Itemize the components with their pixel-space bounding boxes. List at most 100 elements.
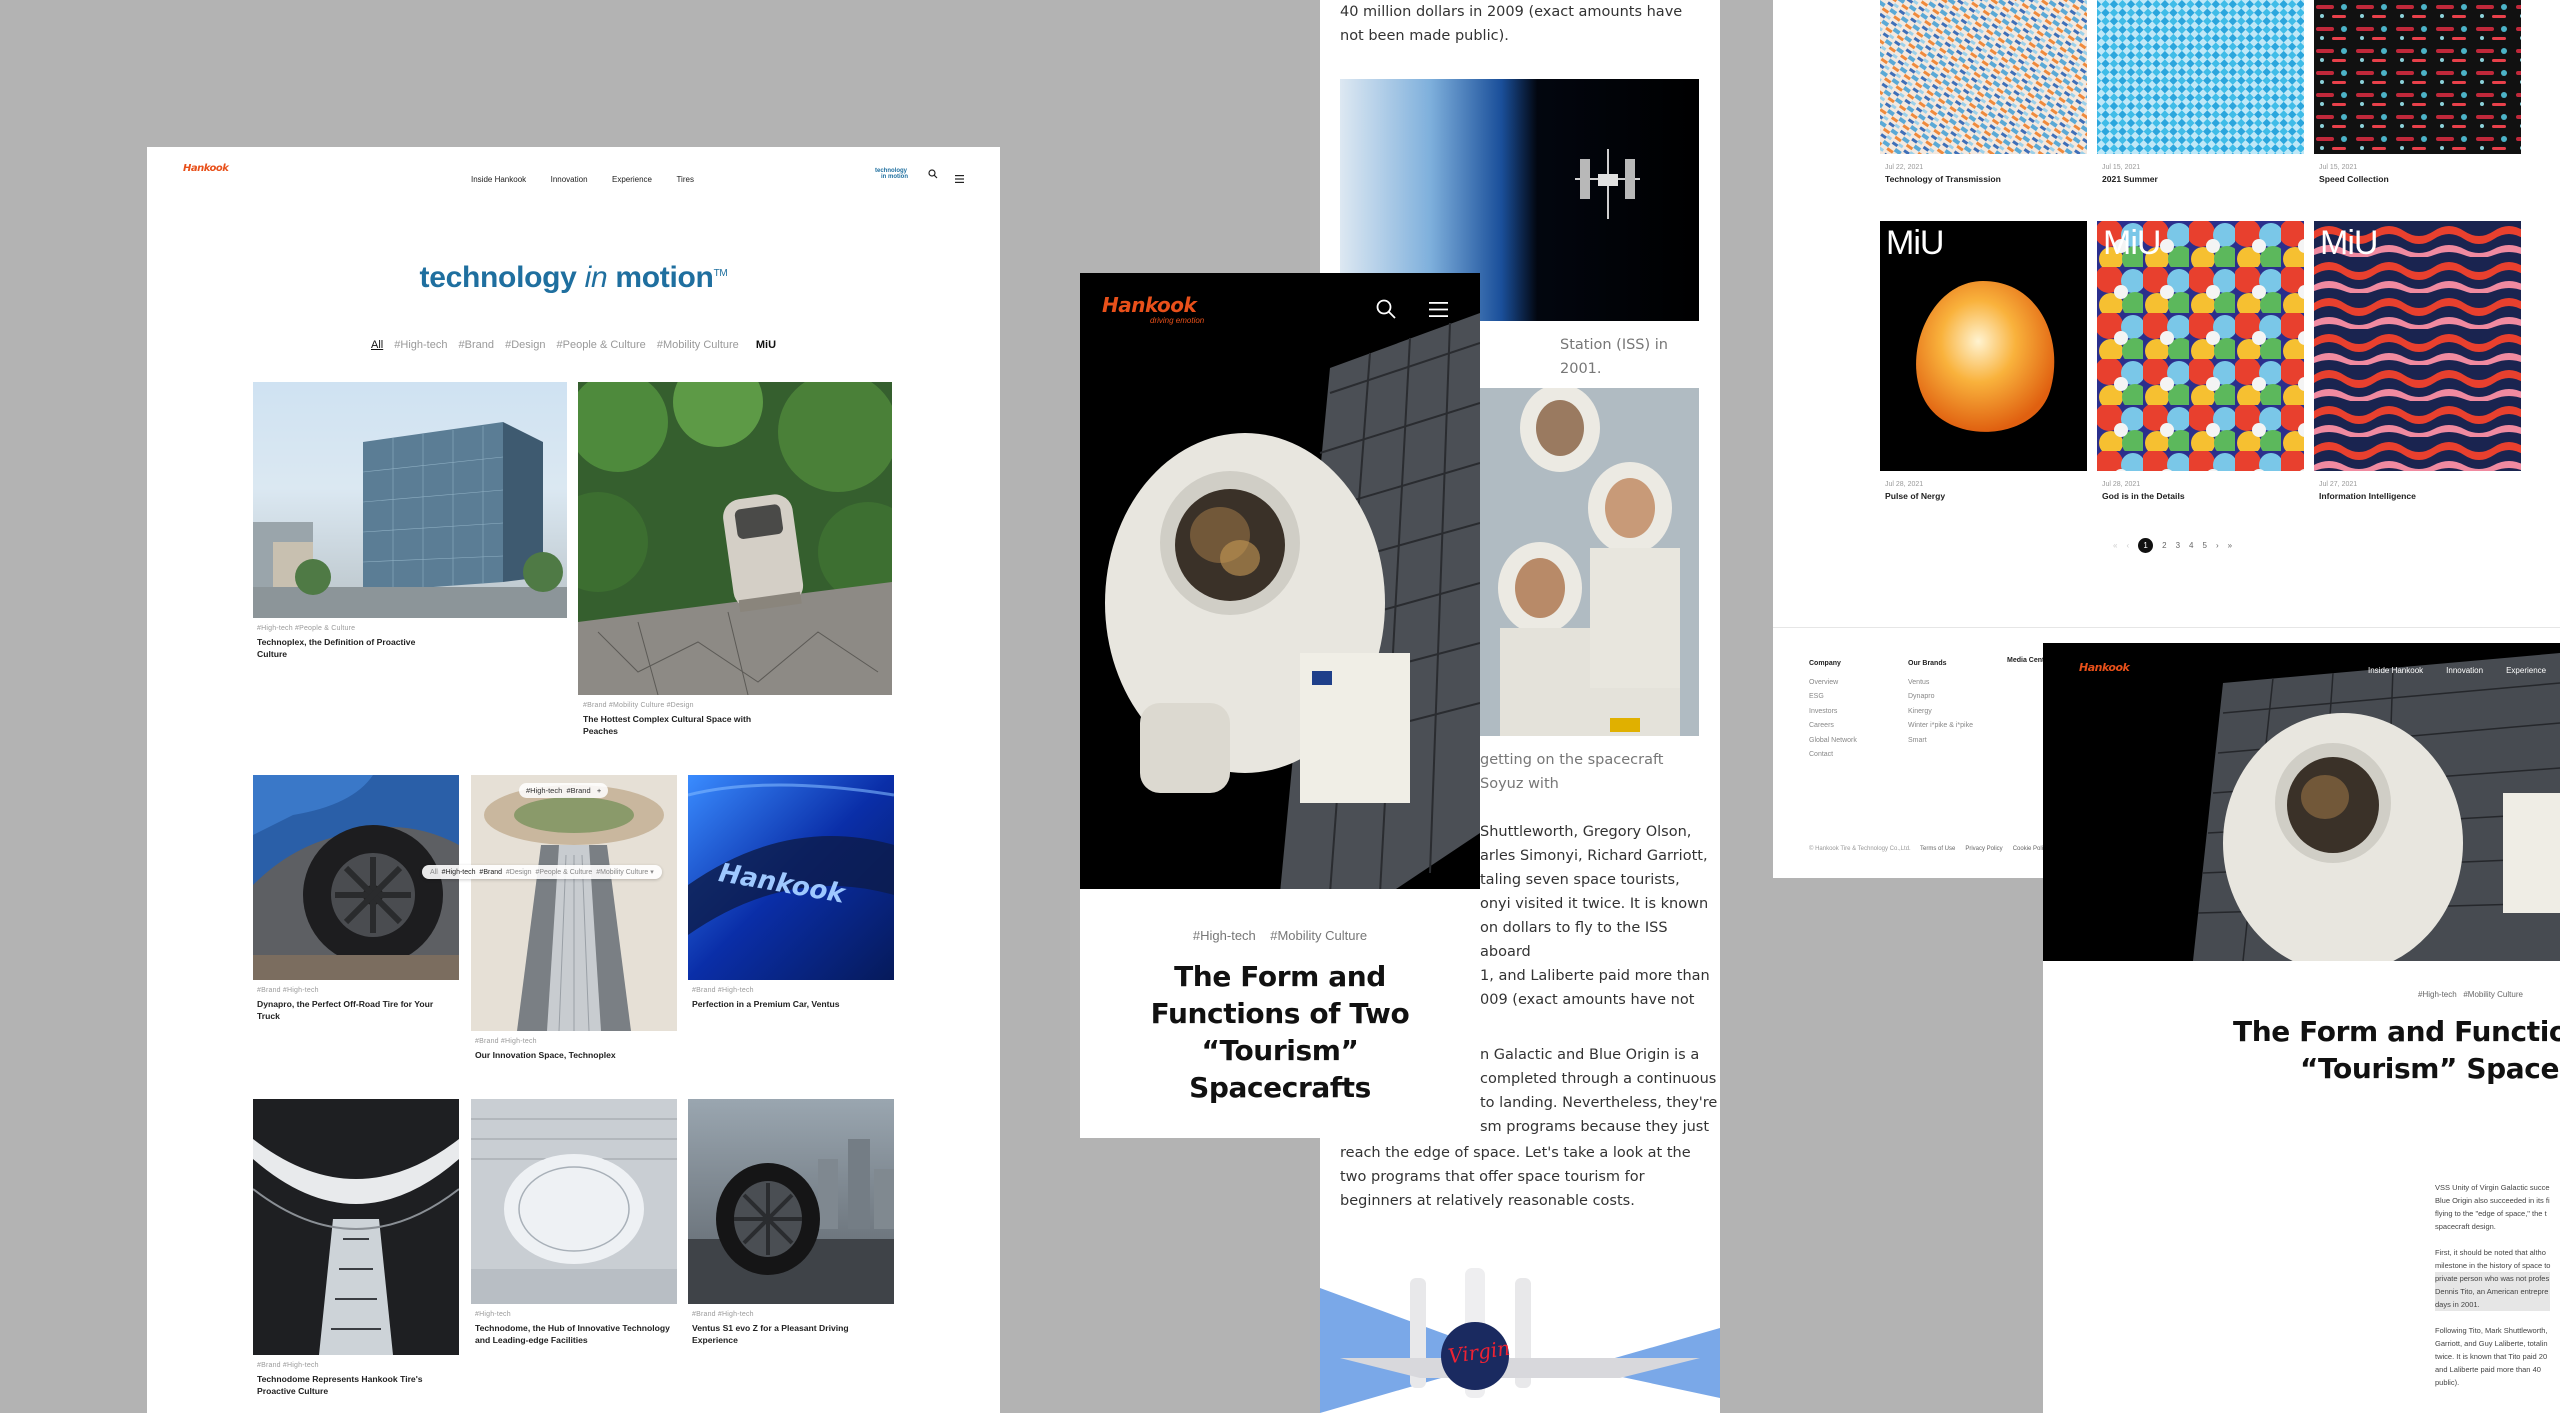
archive-page: Hankook Inside Hankook Innovation Experi… <box>147 147 1000 1413</box>
desktop-article-page: Hankook Inside Hankook Innovation Experi… <box>2043 643 2560 1413</box>
card-title[interactable]: Technoplex, the Definition of Proactive … <box>257 637 437 660</box>
hover-tag-pill[interactable]: #High-tech #Brand + <box>519 783 609 798</box>
footer-column-company: Company Overview ESG Investors Careers G… <box>1809 657 1857 763</box>
technology-in-motion-mini-logo[interactable]: technology in motion <box>875 168 908 180</box>
page-2[interactable]: 2 <box>2162 541 2166 550</box>
card-title[interactable]: Technodome, the Hub of Innovative Techno… <box>475 1323 670 1346</box>
privacy-link[interactable]: Privacy Policy <box>1965 846 2002 852</box>
article-paragraph: n Galactic and Blue Origin is a completed… <box>1480 1047 1718 1135</box>
space-tourists-image[interactable] <box>1480 388 1699 736</box>
footer-legal-links: Terms of Use Privacy Policy Cookie Polic… <box>1920 846 2049 852</box>
ventus-s1-evo-z-image[interactable] <box>688 1099 894 1304</box>
article-paragraph: Shuttleworth, Gregory Olson, arles Simony… <box>1480 824 1710 1008</box>
card-tags: #Brand #High-tech <box>257 1362 319 1369</box>
terms-link[interactable]: Terms of Use <box>1920 846 1955 852</box>
pagination: « ‹ 1 2 3 4 5 › » <box>2113 538 2232 553</box>
nav-innovation[interactable]: Innovation <box>551 175 588 184</box>
hankook-logo[interactable]: Hankook <box>2079 661 2130 674</box>
filter-brand[interactable]: #Brand <box>459 339 494 351</box>
peaches-space-image[interactable] <box>578 382 892 695</box>
filter-mobility-culture[interactable]: #Mobility Culture <box>657 339 739 351</box>
page-1[interactable]: 1 <box>2138 538 2154 553</box>
technodome-architecture-image[interactable] <box>253 1099 459 1355</box>
technoplex-escalator-image[interactable] <box>471 775 677 1031</box>
next-page-button[interactable]: › <box>2216 541 2219 550</box>
hankook-logo[interactable]: Hankook <box>1102 293 1197 317</box>
footer-link[interactable]: Contact <box>1809 748 1857 763</box>
ventus-tire-closeup-image[interactable]: Hankook <box>688 775 894 980</box>
first-page-button[interactable]: « <box>2113 541 2117 550</box>
tag-mobility-culture[interactable]: #Mobility Culture <box>1270 928 1367 943</box>
main-nav: Inside Hankook Innovation Experience Tir… <box>461 169 704 187</box>
technodome-interior-image[interactable] <box>471 1099 677 1304</box>
post-title[interactable]: 2021 Summer <box>2102 174 2158 186</box>
nav-innovation[interactable]: Innovation <box>2446 666 2483 675</box>
astronaut-hero-image[interactable] <box>1080 273 1480 889</box>
pattern-artwork-1[interactable] <box>1880 0 2087 154</box>
footer-link[interactable]: Ventus <box>1908 676 1973 691</box>
card-title[interactable]: Our Innovation Space, Technoplex <box>475 1050 665 1062</box>
filter-miu[interactable]: MiU <box>756 339 776 351</box>
menu-icon[interactable] <box>1429 302 1448 322</box>
card-title[interactable]: Technodome Represents Hankook Tire's Pro… <box>257 1374 447 1397</box>
footer-link[interactable]: Investors <box>1809 705 1857 720</box>
technoplex-building-image[interactable] <box>253 382 567 618</box>
article-tags: #High-tech #Mobility Culture <box>1080 928 1480 943</box>
post-title[interactable]: Pulse of Nergy <box>1885 491 1945 503</box>
filter-design[interactable]: #Design <box>505 339 545 351</box>
post-title[interactable]: Speed Collection <box>2319 174 2389 186</box>
pattern-artwork-3[interactable] <box>2314 0 2521 154</box>
hankook-logo[interactable]: Hankook <box>183 163 229 174</box>
article-body: VSS Unity of Virgin Galactic succe Blue O… <box>2435 1181 2551 1389</box>
post-date: Jul 15, 2021 <box>2102 164 2141 171</box>
footer-link[interactable]: Global Network <box>1809 734 1857 749</box>
card-title[interactable]: Dynapro, the Perfect Off-Road Tire for Y… <box>257 999 447 1022</box>
prev-page-button[interactable]: ‹ <box>2126 541 2129 550</box>
virgin-spaceship-image[interactable]: Virgin <box>1320 1248 1720 1413</box>
floating-filter-bar[interactable]: All #High-tech #Brand #Design #People & … <box>422 865 662 879</box>
filter-people-culture[interactable]: #People & Culture <box>557 339 646 351</box>
pattern-artwork-2[interactable] <box>2097 0 2304 154</box>
card-tags: #Brand #Mobility Culture #Design <box>583 702 694 709</box>
article-paragraph: 40 million dollars in 2009 (exact amount… <box>1340 4 1683 44</box>
post-title[interactable]: God is in the Details <box>2102 491 2185 503</box>
nav-tires[interactable]: Tires <box>676 175 693 184</box>
footer-link[interactable]: Overview <box>1809 676 1857 691</box>
filter-all[interactable]: All <box>371 339 383 351</box>
card-title[interactable]: Perfection in a Premium Car, Ventus <box>692 999 882 1011</box>
card-tags: #Brand #High-tech <box>692 1311 754 1318</box>
footer-link[interactable]: Smart <box>1908 734 1973 749</box>
logo-tagline: driving emotion <box>1150 316 1205 325</box>
astronaut-hero-image-desktop[interactable] <box>2043 643 2560 961</box>
chevron-down-icon: ▾ <box>650 869 654 876</box>
footer-link[interactable]: ESG <box>1809 690 1857 705</box>
card-tags: #Brand #High-tech <box>475 1038 537 1045</box>
footer-link[interactable]: Dynapro <box>1908 690 1973 705</box>
footer-link[interactable]: Winter i*pike & i*pike <box>1908 719 1973 734</box>
tag-high-tech[interactable]: #High-tech <box>2418 990 2457 999</box>
card-title[interactable]: The Hottest Complex Cultural Space with … <box>583 714 783 737</box>
last-page-button[interactable]: » <box>2228 541 2232 550</box>
search-icon[interactable] <box>1376 299 1396 324</box>
copyright: © Hankook Tire & Technology Co.,Ltd. <box>1809 846 1911 852</box>
nav-inside-hankook[interactable]: Inside Hankook <box>2368 666 2423 675</box>
nav-experience[interactable]: Experience <box>612 175 652 184</box>
page-5[interactable]: 5 <box>2202 541 2206 550</box>
footer-link[interactable]: Careers <box>1809 719 1857 734</box>
card-title[interactable]: Ventus S1 evo Z for a Pleasant Driving E… <box>692 1323 887 1346</box>
search-icon[interactable] <box>928 169 938 182</box>
page-3[interactable]: 3 <box>2176 541 2180 550</box>
post-date: Jul 28, 2021 <box>2102 481 2141 488</box>
tag-mobility-culture[interactable]: #Mobility Culture <box>2463 990 2523 999</box>
miu-label: MiU <box>2320 224 2378 262</box>
menu-icon[interactable] <box>955 170 964 188</box>
nav-inside-hankook[interactable]: Inside Hankook <box>471 175 526 184</box>
nav-experience[interactable]: Experience <box>2506 666 2546 675</box>
post-title[interactable]: Information Intelligence <box>2319 491 2416 503</box>
article-tags: #High-tech #Mobility Culture <box>2418 990 2523 999</box>
filter-high-tech[interactable]: #High-tech <box>394 339 447 351</box>
page-4[interactable]: 4 <box>2189 541 2193 550</box>
tag-high-tech[interactable]: #High-tech <box>1193 928 1256 943</box>
post-title[interactable]: Technology of Transmission <box>1885 174 2001 186</box>
footer-link[interactable]: Kinergy <box>1908 705 1973 720</box>
